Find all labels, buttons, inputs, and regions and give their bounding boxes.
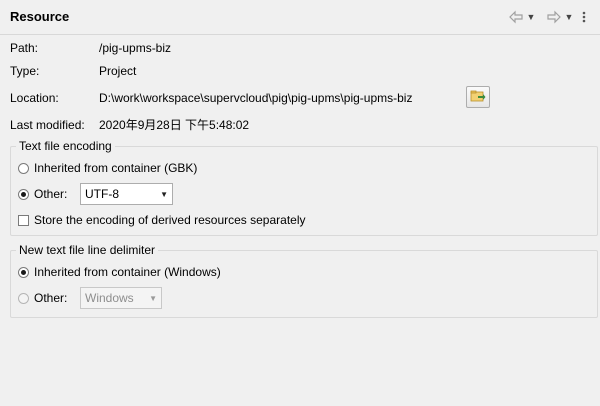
properties-header: Resource ▼ ▼: [0, 0, 600, 35]
folder-open-icon: [470, 89, 486, 106]
encoding-select[interactable]: UTF-8 ▼: [80, 183, 173, 205]
path-label: Path:: [10, 41, 39, 55]
modified-row: Last modified: 2020年9月28日 下午5:48:02: [10, 116, 590, 134]
chevron-down-icon: ▼: [149, 293, 157, 303]
encoding-inherited-radio[interactable]: [18, 163, 29, 174]
delimiter-inherited-label[interactable]: Inherited from container (Windows): [34, 264, 221, 280]
chevron-down-icon[interactable]: ▼: [564, 9, 574, 25]
encoding-inherited-label[interactable]: Inherited from container (GBK): [34, 160, 197, 176]
location-value: D:\work\workspace\supervcloud\pig\pig-up…: [99, 91, 413, 105]
type-value: Project: [99, 64, 137, 78]
show-in-explorer-button[interactable]: [466, 86, 490, 108]
store-encoding-label[interactable]: Store the encoding of derived resources …: [34, 212, 306, 228]
encoding-other-label[interactable]: Other:: [34, 186, 67, 202]
delimiter-other-label[interactable]: Other:: [34, 290, 67, 306]
back-arrow-icon[interactable]: [508, 9, 524, 25]
location-row: Location: D:\work\workspace\supervcloud\…: [10, 89, 590, 107]
delimiter-other-radio[interactable]: [18, 293, 29, 304]
modified-label: Last modified:: [10, 118, 85, 132]
line-delimiter-legend: New text file line delimiter: [16, 243, 159, 257]
type-label: Type:: [10, 64, 40, 78]
page-title: Resource: [10, 9, 70, 24]
type-row: Type: Project: [10, 62, 590, 80]
delimiter-select-value: Windows: [85, 291, 134, 305]
delimiter-select[interactable]: Windows ▼: [80, 287, 162, 309]
encoding-select-value: UTF-8: [85, 187, 119, 201]
history-nav: ▼ ▼: [508, 9, 592, 25]
chevron-down-icon[interactable]: ▼: [526, 9, 536, 25]
forward-arrow-icon[interactable]: [546, 9, 562, 25]
chevron-down-icon: ▼: [160, 189, 168, 199]
path-row: Path: /pig-upms-biz: [10, 39, 590, 57]
modified-value: 2020年9月28日 下午5:48:02: [99, 118, 250, 132]
encoding-other-radio[interactable]: [18, 189, 29, 200]
text-encoding-legend: Text file encoding: [16, 139, 115, 153]
store-encoding-checkbox[interactable]: [18, 215, 29, 226]
path-value: /pig-upms-biz: [99, 41, 172, 55]
delimiter-inherited-radio[interactable]: [18, 267, 29, 278]
location-label: Location:: [10, 91, 59, 105]
view-menu-icon[interactable]: [576, 9, 592, 25]
